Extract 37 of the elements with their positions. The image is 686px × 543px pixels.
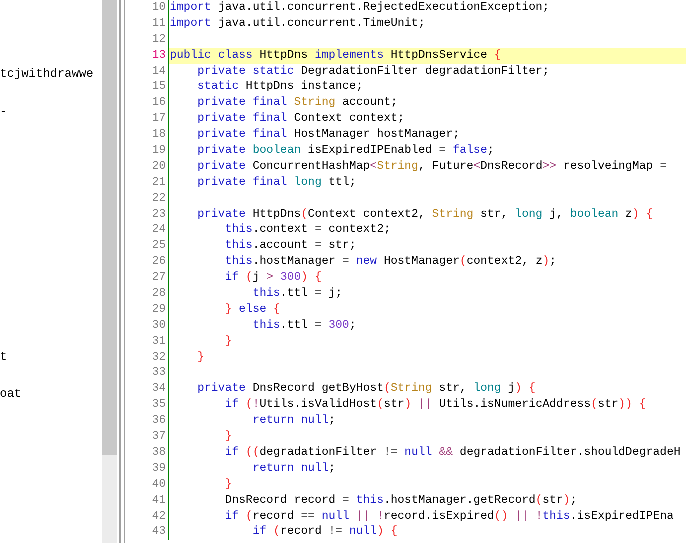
code-line: if (j > 300) {	[224, 271, 322, 284]
code-line: }	[196, 350, 205, 364]
code-line: this.hostManager = new HostManager(context2, z);	[224, 255, 557, 268]
scrollbar[interactable]	[102, 0, 117, 543]
code-line: this.ttl = j;	[252, 287, 343, 300]
code-line: if (!Utils.isValidHost(str) || Utils.isNumericAddress(str)) {	[224, 398, 646, 412]
code-line: if (record != null) {	[252, 525, 398, 538]
tree-item[interactable]: t	[0, 349, 8, 365]
code-line: private DnsRecord getByHost(String str, long j) {	[196, 382, 536, 396]
code-line: private static DegradationFilter degradationFilter;	[196, 64, 550, 78]
code-line: if (record == null || !record.isExpired() || !this.isExpiredIPEna	[224, 510, 674, 522]
tree-item[interactable]: tcjwithdrawwe	[0, 66, 94, 82]
code-line: private final Context context;	[196, 112, 405, 126]
code-line: private HttpDns(Context context2, String str, long j, boolean z) {	[196, 208, 654, 221]
code-line: return null;	[252, 414, 336, 428]
code-line: public class HttpDns implements HttpDnsService {	[170, 48, 502, 62]
code-line: }	[224, 478, 232, 491]
code-line: } else {	[224, 302, 280, 316]
code-line: }	[224, 430, 232, 444]
code-line: this.ttl = 300;	[252, 318, 356, 332]
tree-item[interactable]: oat	[0, 386, 22, 402]
code-line: private ConcurrentHashMap<String, Future<DnsRecord>> resolveingMap =	[196, 160, 667, 173]
code-line: private final HostManager hostManager;	[196, 128, 460, 142]
code-line: DnsRecord record = this.hostManager.getRecord(str);	[224, 494, 578, 507]
code-line: static HttpDns instance;	[196, 80, 364, 94]
code-line: this.account = str;	[224, 239, 356, 252]
code-line: if ((degradationFilter != null && degradationFilter.shouldDegradeH	[224, 446, 681, 459]
code-line: this.context = context2;	[224, 223, 391, 236]
scrollbar-thumb[interactable]	[102, 0, 117, 455]
code-line: return null;	[252, 462, 336, 475]
code-line: }	[224, 334, 232, 348]
code-line: private final String account;	[196, 96, 398, 110]
code-line: import java.util.concurrent.RejectedExecutionException;	[170, 1, 550, 14]
code-line: import java.util.concurrent.TimeUnit;	[170, 16, 426, 30]
code-line: private boolean isExpiredIPEnabled = false;	[196, 144, 494, 158]
code-line: private final long ttl;	[196, 176, 356, 189]
tree-item[interactable]: -	[0, 104, 8, 120]
